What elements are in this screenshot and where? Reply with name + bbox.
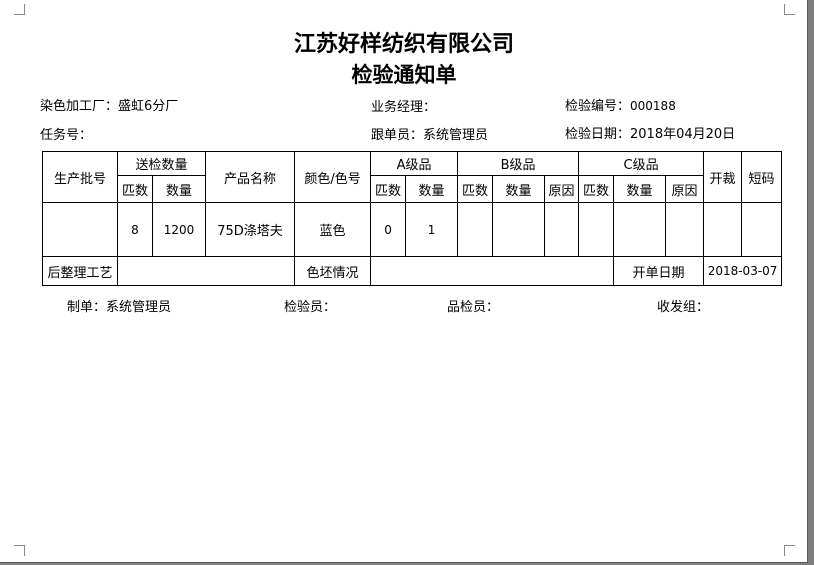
col-a-pieces: 匹数 [370, 175, 407, 203]
col-product-name: 产品名称 [205, 151, 296, 203]
greige-value [370, 256, 615, 286]
maker-value: 系统管理员 [106, 300, 172, 315]
col-sent-quantity: 数量 [151, 175, 207, 203]
cell-c-reason [665, 202, 705, 257]
qc-field: 品检员： [447, 296, 499, 315]
cell-a-pieces: 0 [370, 202, 407, 257]
table-header-row-1: 生产批号 送检数量 产品名称 颜色/色号 A级品 B级品 C级品 开裁 短码 [42, 151, 783, 203]
inspection-table: 生产批号 送检数量 产品名称 颜色/色号 A级品 B级品 C级品 开裁 短码 匹… [42, 151, 783, 286]
open-date-label: 开单日期 [613, 256, 705, 286]
follower-field: 跟单员：系统管理员 [371, 124, 488, 143]
col-c-reason: 原因 [665, 175, 705, 203]
col-cutting: 开裁 [703, 151, 743, 203]
inspector-field: 检验员： [284, 296, 336, 315]
cell-c-pieces [578, 202, 615, 257]
cell-product-name: 75D涤塔夫 [205, 202, 296, 257]
cell-pieces: 8 [117, 202, 153, 257]
follower-value: 系统管理员 [423, 128, 489, 143]
task-no-field: 任务号： [40, 124, 92, 143]
follower-label: 跟单员： [371, 128, 424, 143]
cell-b-quantity [492, 202, 546, 257]
dye-factory-field: 染色加工厂：盛虹6分厂 [40, 95, 178, 114]
col-grade-b: B级品 [457, 151, 580, 176]
col-color-no: 颜色/色号 [294, 151, 372, 203]
col-b-reason: 原因 [544, 175, 580, 203]
cell-c-quantity [613, 202, 667, 257]
col-grade-c: C级品 [578, 151, 705, 176]
crop-mark-top-right [784, 4, 795, 15]
dispatch-label: 收发组： [657, 300, 710, 315]
inspect-no-value: 000188 [630, 99, 676, 113]
qc-label: 品检员： [447, 300, 500, 315]
cell-b-reason [544, 202, 580, 257]
inspect-date-label: 检验日期： [565, 127, 631, 142]
inspector-label: 检验员： [284, 300, 337, 315]
col-b-quantity: 数量 [492, 175, 546, 203]
maker-field: 制单：系统管理员 [67, 296, 171, 315]
finishing-value [116, 256, 296, 286]
cell-quantity: 1200 [151, 202, 207, 257]
col-c-quantity: 数量 [613, 175, 667, 203]
cell-short-code [741, 202, 783, 257]
col-batch-no: 生产批号 [42, 151, 118, 203]
col-grade-a: A级品 [370, 151, 459, 176]
table-row: 8 1200 75D涤塔夫 蓝色 0 1 [42, 202, 783, 257]
task-no-label: 任务号： [40, 128, 93, 143]
dispatch-field: 收发组： [657, 296, 709, 315]
inspect-no-field: 检验编号：000188 [565, 95, 676, 114]
col-short-code: 短码 [741, 151, 783, 203]
manager-label: 业务经理： [371, 100, 437, 115]
inspect-date-field: 检验日期：2018年04月20日 [565, 123, 735, 142]
dye-factory-label: 染色加工厂： [40, 99, 119, 114]
inspect-date-value: 2018年04月20日 [630, 127, 736, 142]
manager-field: 业务经理： [371, 96, 436, 115]
cell-cutting [703, 202, 743, 257]
dye-factory-value: 盛虹6分厂 [118, 99, 179, 114]
cell-a-quantity: 1 [405, 202, 459, 257]
document-title: 检验通知单 [351, 62, 457, 87]
col-sent-pieces: 匹数 [117, 175, 153, 203]
col-c-pieces: 匹数 [578, 175, 615, 203]
col-b-pieces: 匹数 [457, 175, 494, 203]
crop-mark-top-left [14, 4, 25, 15]
crop-mark-bottom-right [784, 545, 795, 556]
report-page: 江苏好样纺织有限公司 检验通知单 染色加工厂：盛虹6分厂 业务经理： 检验编号：… [0, 0, 808, 563]
table-footer-row: 后整理工艺 色坯情况 开单日期 2018-03-07 [42, 256, 783, 286]
cell-batch-no [42, 202, 118, 257]
col-sent-qty: 送检数量 [116, 151, 207, 176]
company-name: 江苏好样纺织有限公司 [293, 31, 514, 57]
cell-b-pieces [457, 202, 494, 257]
open-date-value: 2018-03-07 [703, 256, 783, 286]
crop-mark-bottom-left [14, 545, 25, 556]
finishing-label: 后整理工艺 [42, 256, 118, 286]
greige-label: 色坯情况 [294, 256, 372, 286]
table-header-row-2: 匹数 数量 匹数 数量 匹数 数量 原因 匹数 数量 原因 [43, 175, 782, 203]
maker-label: 制单： [67, 300, 107, 315]
col-a-quantity: 数量 [405, 175, 459, 203]
cell-color: 蓝色 [294, 202, 372, 257]
inspect-no-label: 检验编号： [565, 99, 631, 114]
